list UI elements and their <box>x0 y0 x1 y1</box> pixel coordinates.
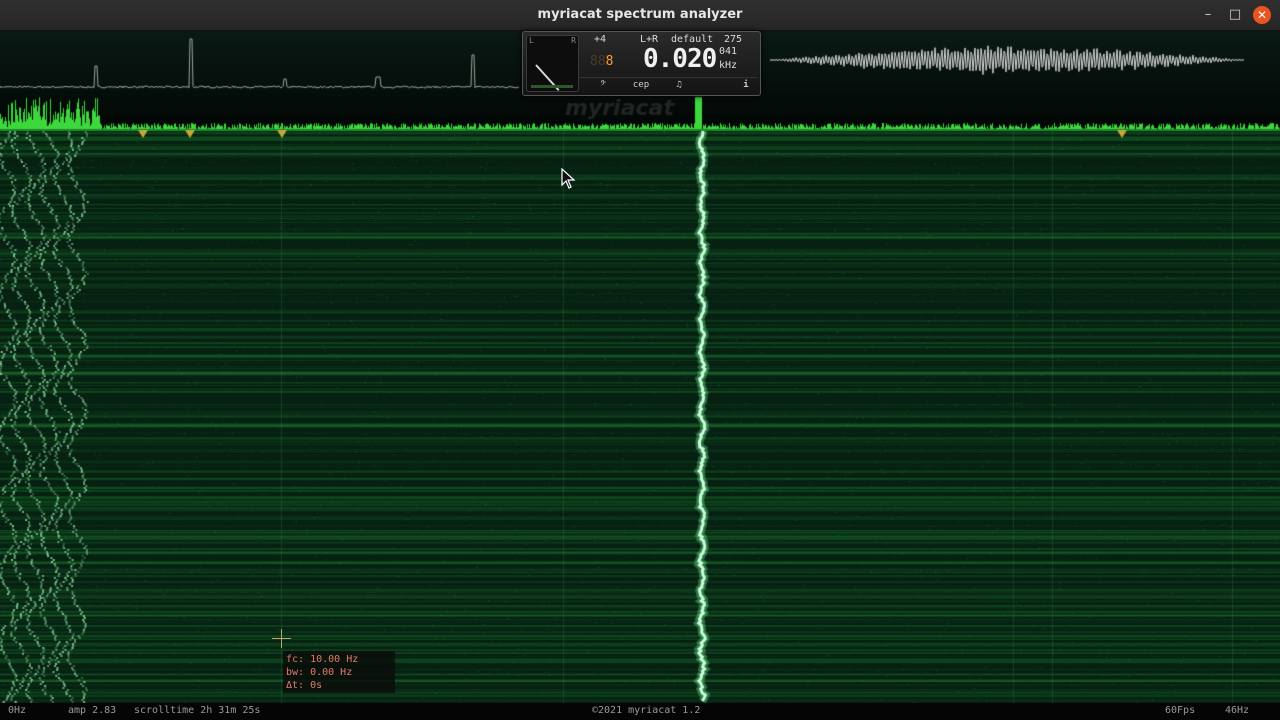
status-left-frequency: 0Hz <box>8 705 27 716</box>
level-gauge: L R <box>526 35 579 92</box>
spectrogram-view[interactable] <box>0 31 1280 703</box>
note-digit-active: 8 <box>605 54 614 69</box>
window-title: myriacat spectrum analyzer <box>537 7 743 22</box>
tab-bass-clef[interactable]: 𝄢 <box>592 79 614 92</box>
frequency-unit: kHz <box>719 60 738 71</box>
note-digits: 888 <box>590 54 613 69</box>
status-copyright: ©2021 myriacat 1.2 <box>592 705 701 716</box>
status-scrolltime[interactable]: scrolltime 2h 31m 25s <box>134 705 260 716</box>
preset-value: 275 <box>724 34 743 45</box>
mouse-pointer-icon <box>561 168 576 189</box>
cursor-readout: fc: 10.00 Hz bw: 0.00 Hz Δt: 0s <box>283 651 395 693</box>
frequency-readout: 0.020 <box>643 44 717 74</box>
transpose-value[interactable]: +4 <box>594 34 606 45</box>
tab-notes[interactable]: ♫ <box>668 79 690 92</box>
crosshair-icon <box>272 629 291 648</box>
readout-bw: bw: 0.00 Hz <box>286 667 353 678</box>
info-button[interactable]: i <box>738 79 754 92</box>
mode-tabs: 𝄢 cep ♫ i <box>578 77 757 93</box>
minimize-button[interactable]: – <box>1199 6 1217 24</box>
status-amp[interactable]: amp 2.83 <box>68 705 116 716</box>
cents-value: 041 <box>719 46 738 57</box>
status-bar: 0Hz amp 2.83 scrolltime 2h 31m 25s ©2021… <box>0 703 1280 720</box>
close-button[interactable]: ✕ <box>1253 6 1271 24</box>
tuner-panel: L R +4 L+R default 275 888 0.020 041 kHz… <box>522 31 761 96</box>
note-digits-dim: 88 <box>590 54 606 69</box>
status-right-frequency: 46Hz <box>1225 705 1250 716</box>
gauge-right-label: R <box>571 36 576 45</box>
readout-dt: Δt: 0s <box>286 680 323 691</box>
gauge-left-label: L <box>529 36 534 45</box>
title-bar: myriacat spectrum analyzer – □ ✕ <box>0 0 1280 31</box>
tab-cep[interactable]: cep <box>626 79 656 92</box>
maximize-button[interactable]: □ <box>1226 6 1244 24</box>
gauge-base <box>531 85 573 88</box>
status-fps: 60Fps <box>1165 705 1196 716</box>
readout-fc: fc: 10.00 Hz <box>286 654 359 665</box>
